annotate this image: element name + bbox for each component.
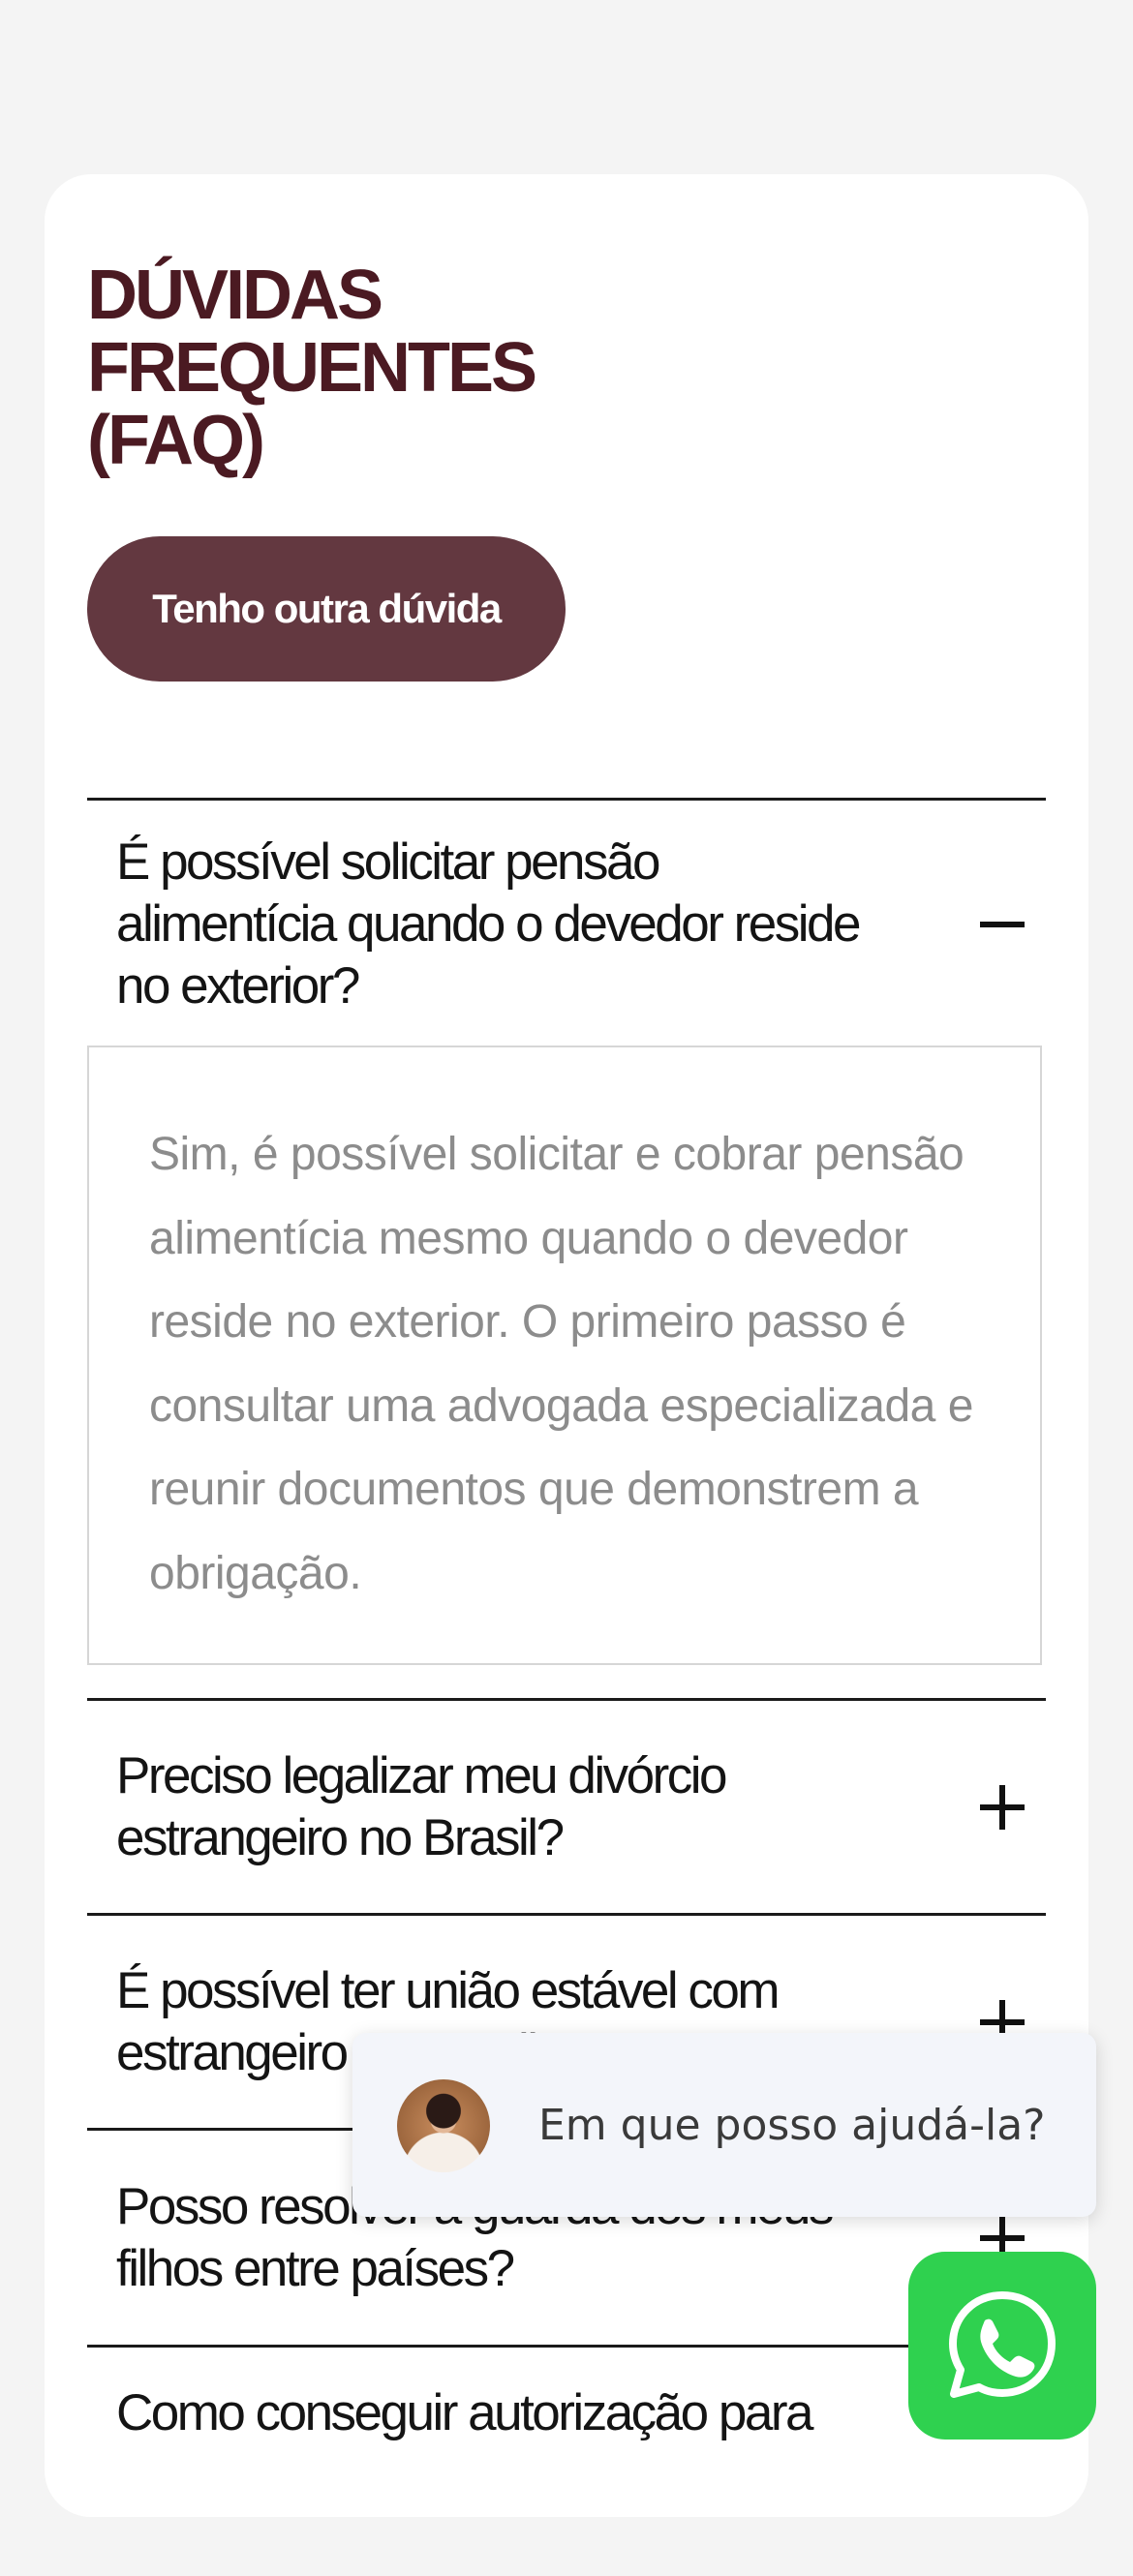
- chat-greeting-bubble[interactable]: Em que posso ajudá-la?: [352, 2033, 1096, 2217]
- whatsapp-button[interactable]: [908, 2252, 1096, 2440]
- faq-item-5[interactable]: Como conseguir autorização para: [87, 2345, 1046, 2541]
- faq-question: Preciso legalizar meu divórcio estrangei…: [116, 1747, 728, 1866]
- faq-item-1[interactable]: É possível solicitar pensão alimentícia …: [87, 798, 1046, 1048]
- chat-message: Em que posso ajudá-la?: [538, 2100, 1046, 2150]
- plus-icon[interactable]: [980, 1785, 1025, 1830]
- faq-title: DÚVIDAS FREQUENTES (FAQ): [87, 257, 537, 479]
- faq-item-2[interactable]: Preciso legalizar meu divórcio estrangei…: [87, 1698, 1046, 1914]
- person-avatar: [397, 2079, 490, 2172]
- faq-answer-text: Sim, é possível solicitar e cobrar pensã…: [149, 1129, 973, 1599]
- whatsapp-icon: [949, 2291, 1056, 2398]
- other-question-button[interactable]: Tenho outra dúvida: [87, 536, 566, 682]
- faq-answer: Sim, é possível solicitar e cobrar pensã…: [87, 1046, 1042, 1665]
- minus-icon[interactable]: [980, 902, 1025, 947]
- faq-question: Como conseguir autorização para: [116, 2384, 813, 2441]
- faq-question: É possível solicitar pensão alimentícia …: [116, 833, 861, 1015]
